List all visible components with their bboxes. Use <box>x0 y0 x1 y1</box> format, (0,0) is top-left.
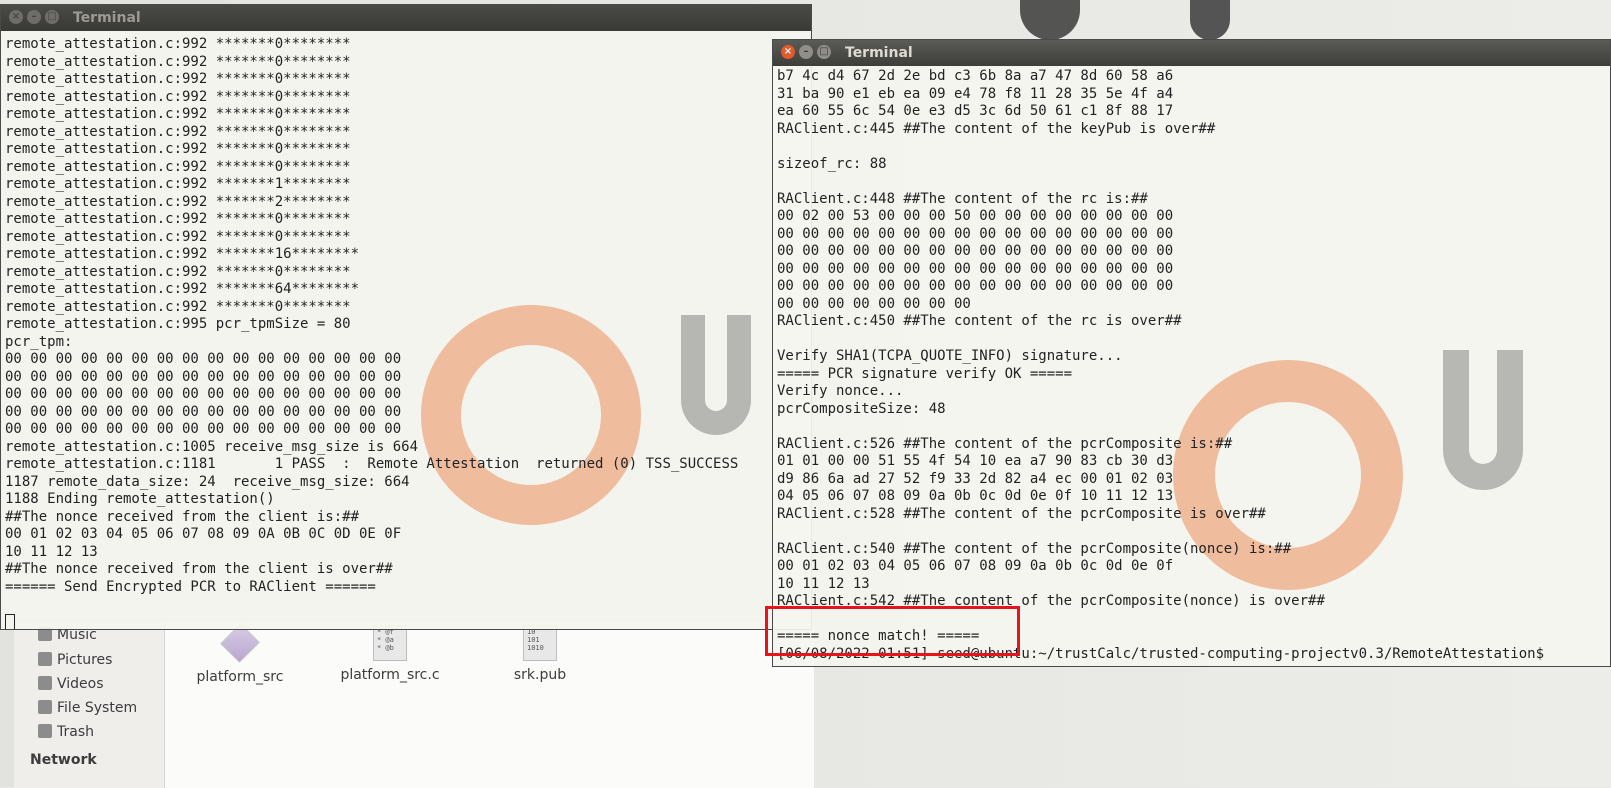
terminal-line: ##The nonce received from the client is:… <box>5 508 360 525</box>
terminal-line: b7 4c d4 67 2d 2e bd c3 6b 8a a7 47 8d 6… <box>777 68 1174 84</box>
terminal-line: remote_attestation.c:992 *******1*******… <box>5 176 351 192</box>
terminal-line: 00 00 00 00 00 00 00 00 00 00 00 00 00 0… <box>5 368 402 385</box>
terminal-output[interactable]: remote_attestation.c:992 *******0*******… <box>1 31 811 629</box>
terminal-line: remote_attestation.c:992 *******0*******… <box>5 36 351 52</box>
terminal-line: 00 00 00 00 00 00 00 00 00 00 00 00 00 0… <box>777 278 1174 294</box>
terminal-line: 00 00 00 00 00 00 00 00 00 00 00 00 00 0… <box>5 351 402 367</box>
terminal-line: RAClient.c:528 ##The content of the pcrC… <box>777 505 1266 522</box>
terminal-line: RAClient.c:540 ##The content of the pcrC… <box>777 540 1292 557</box>
file-item[interactable]: * @f * @a * @b platform_src.c <box>320 625 460 683</box>
terminal-line: 04 05 06 07 08 09 0a 0b 0c 0d 0e 0f 10 1… <box>777 488 1174 504</box>
terminal-line: remote_attestation.c:992 *******0*******… <box>5 158 351 175</box>
minimize-button[interactable]: – <box>27 10 41 24</box>
titlebar[interactable]: × – □ Terminal <box>1 5 811 31</box>
terminal-line: 00 00 00 00 00 00 00 00 00 00 00 00 00 0… <box>777 243 1174 259</box>
terminal-line: 00 00 00 00 00 00 00 00 00 00 00 00 00 0… <box>777 225 1174 242</box>
sidebar-item-file-system[interactable]: File System <box>38 700 137 716</box>
sidebar-item-trash[interactable]: Trash <box>38 724 94 740</box>
terminal-line: remote_attestation.c:992 *******16******… <box>5 246 360 262</box>
terminal-line: pcrCompositeSize: 48 <box>777 400 946 417</box>
terminal-line: 01 01 00 00 51 55 4f 54 10 ea a7 90 83 c… <box>777 453 1174 469</box>
close-button[interactable]: × <box>9 10 23 24</box>
terminal-line: RAClient.c:450 ##The content of the rc i… <box>777 313 1182 329</box>
terminal-line: RAClient.c:448 ##The content of the rc i… <box>777 190 1148 207</box>
terminal-line: remote_attestation.c:992 *******0*******… <box>5 106 351 122</box>
terminal-window-right[interactable]: × – □ Terminal b7 4c d4 67 2d 2e bd c3 6… <box>772 39 1611 667</box>
terminal-prompt-line <box>5 613 807 629</box>
maximize-button[interactable]: □ <box>45 10 59 24</box>
terminal-line: RAClient.c:445 ##The content of the keyP… <box>777 120 1216 137</box>
window-title: Terminal <box>845 45 913 61</box>
terminal-line: remote_attestation.c:992 *******0*******… <box>5 211 351 227</box>
terminal-output[interactable]: b7 4c d4 67 2d 2e bd c3 6b 8a a7 47 8d 6… <box>773 66 1610 666</box>
terminal-line: 00 00 00 00 00 00 00 00 00 00 00 00 00 0… <box>5 386 402 402</box>
sidebar-item-videos[interactable]: Videos <box>38 676 104 692</box>
terminal-line: 1187 remote_data_size: 24 receive_msg_si… <box>5 473 410 490</box>
terminal-line: 1188 Ending remote_attestation() <box>5 491 275 507</box>
titlebar[interactable]: × – □ Terminal <box>773 40 1610 66</box>
terminal-line: 00 01 02 03 04 05 06 07 08 09 0a 0b 0c 0… <box>777 558 1174 574</box>
terminal-line: ##The nonce received from the client is … <box>5 561 393 577</box>
terminal-line: remote_attestation.c:992 *******2*******… <box>5 193 351 210</box>
binary-file-icon: 10 101 1010 <box>523 625 557 661</box>
terminal-line: remote_attestation.c:995 pcr_tpmSize = 8… <box>5 316 351 332</box>
terminal-line: pcr_tpm: <box>5 333 73 350</box>
terminal-line: remote_attestation.c:992 *******0*******… <box>5 228 351 245</box>
file-item[interactable]: 10 101 1010 srk.pub <box>470 625 610 683</box>
file-manager-sidebar: Music Pictures Videos File System Trash … <box>14 621 165 788</box>
terminal-line: Verify nonce... <box>777 383 904 399</box>
c-source-icon: * @f * @a * @b <box>373 625 407 661</box>
terminal-line: remote_attestation.c:992 *******0*******… <box>5 123 351 140</box>
terminal-line: remote_attestation.c:1181 1 PASS : Remot… <box>5 456 739 472</box>
pictures-icon <box>38 652 52 666</box>
drive-icon <box>38 700 52 714</box>
terminal-line: 10 11 12 13 <box>777 575 870 592</box>
terminal-line: remote_attestation.c:992 *******0*******… <box>5 88 351 105</box>
text-cursor <box>5 613 15 629</box>
terminal-line: RAClient.c:526 ##The content of the pcrC… <box>777 435 1233 452</box>
wallpaper-shape <box>1190 0 1230 40</box>
terminal-line: Verify SHA1(TCPA_QUOTE_INFO) signature..… <box>777 348 1123 364</box>
videos-icon <box>38 676 52 690</box>
terminal-line: ====== Send Encrypted PCR to RAClient ==… <box>5 578 376 595</box>
terminal-line: ===== PCR signature verify OK ===== <box>777 365 1073 382</box>
terminal-line: 00 02 00 53 00 00 00 50 00 00 00 00 00 0… <box>777 208 1174 224</box>
terminal-line: d9 86 6a ad 27 52 f9 33 2d 82 a4 ec 00 0… <box>777 470 1174 487</box>
terminal-line: ea 60 55 6c 54 0e e3 d5 3c 6d 50 61 c1 8… <box>777 103 1174 119</box>
sidebar-section-network: Network <box>30 752 97 768</box>
terminal-line: remote_attestation.c:992 *******0*******… <box>5 71 351 87</box>
window-title: Terminal <box>73 10 141 26</box>
close-button[interactable]: × <box>781 45 795 59</box>
terminal-line: remote_attestation.c:992 *******64******… <box>5 281 360 297</box>
terminal-line: 00 01 02 03 04 05 06 07 08 09 0A 0B 0C 0… <box>5 526 402 542</box>
terminal-line: 00 00 00 00 00 00 00 00 <box>777 295 971 312</box>
minimize-button[interactable]: – <box>799 45 813 59</box>
terminal-line: remote_attestation.c:992 *******0*******… <box>5 263 351 280</box>
sidebar-item-pictures[interactable]: Pictures <box>38 652 112 668</box>
terminal-window-left[interactable]: × – □ Terminal remote_attestation.c:992 … <box>0 4 812 630</box>
highlight-box <box>765 606 1020 656</box>
terminal-line: 00 00 00 00 00 00 00 00 00 00 00 00 00 0… <box>5 421 402 437</box>
terminal-line: sizeof_rc: 88 <box>777 155 887 172</box>
terminal-line: 31 ba 90 e1 eb ea 09 e4 78 f8 11 28 35 5… <box>777 85 1174 102</box>
terminal-line: remote_attestation.c:992 *******0*******… <box>5 298 351 315</box>
terminal-line: remote_attestation.c:1005 receive_msg_si… <box>5 438 419 455</box>
terminal-line: remote_attestation.c:992 *******0*******… <box>5 141 351 157</box>
maximize-button[interactable]: □ <box>817 45 831 59</box>
trash-icon <box>38 724 52 738</box>
terminal-line: remote_attestation.c:992 *******0*******… <box>5 53 351 70</box>
terminal-line: 10 11 12 13 <box>5 543 98 560</box>
file-item[interactable]: platform_src <box>170 623 310 685</box>
terminal-line: 00 00 00 00 00 00 00 00 00 00 00 00 00 0… <box>777 260 1174 277</box>
terminal-line: 00 00 00 00 00 00 00 00 00 00 00 00 00 0… <box>5 403 402 420</box>
file-manager-window: Music Pictures Videos File System Trash … <box>14 620 814 788</box>
